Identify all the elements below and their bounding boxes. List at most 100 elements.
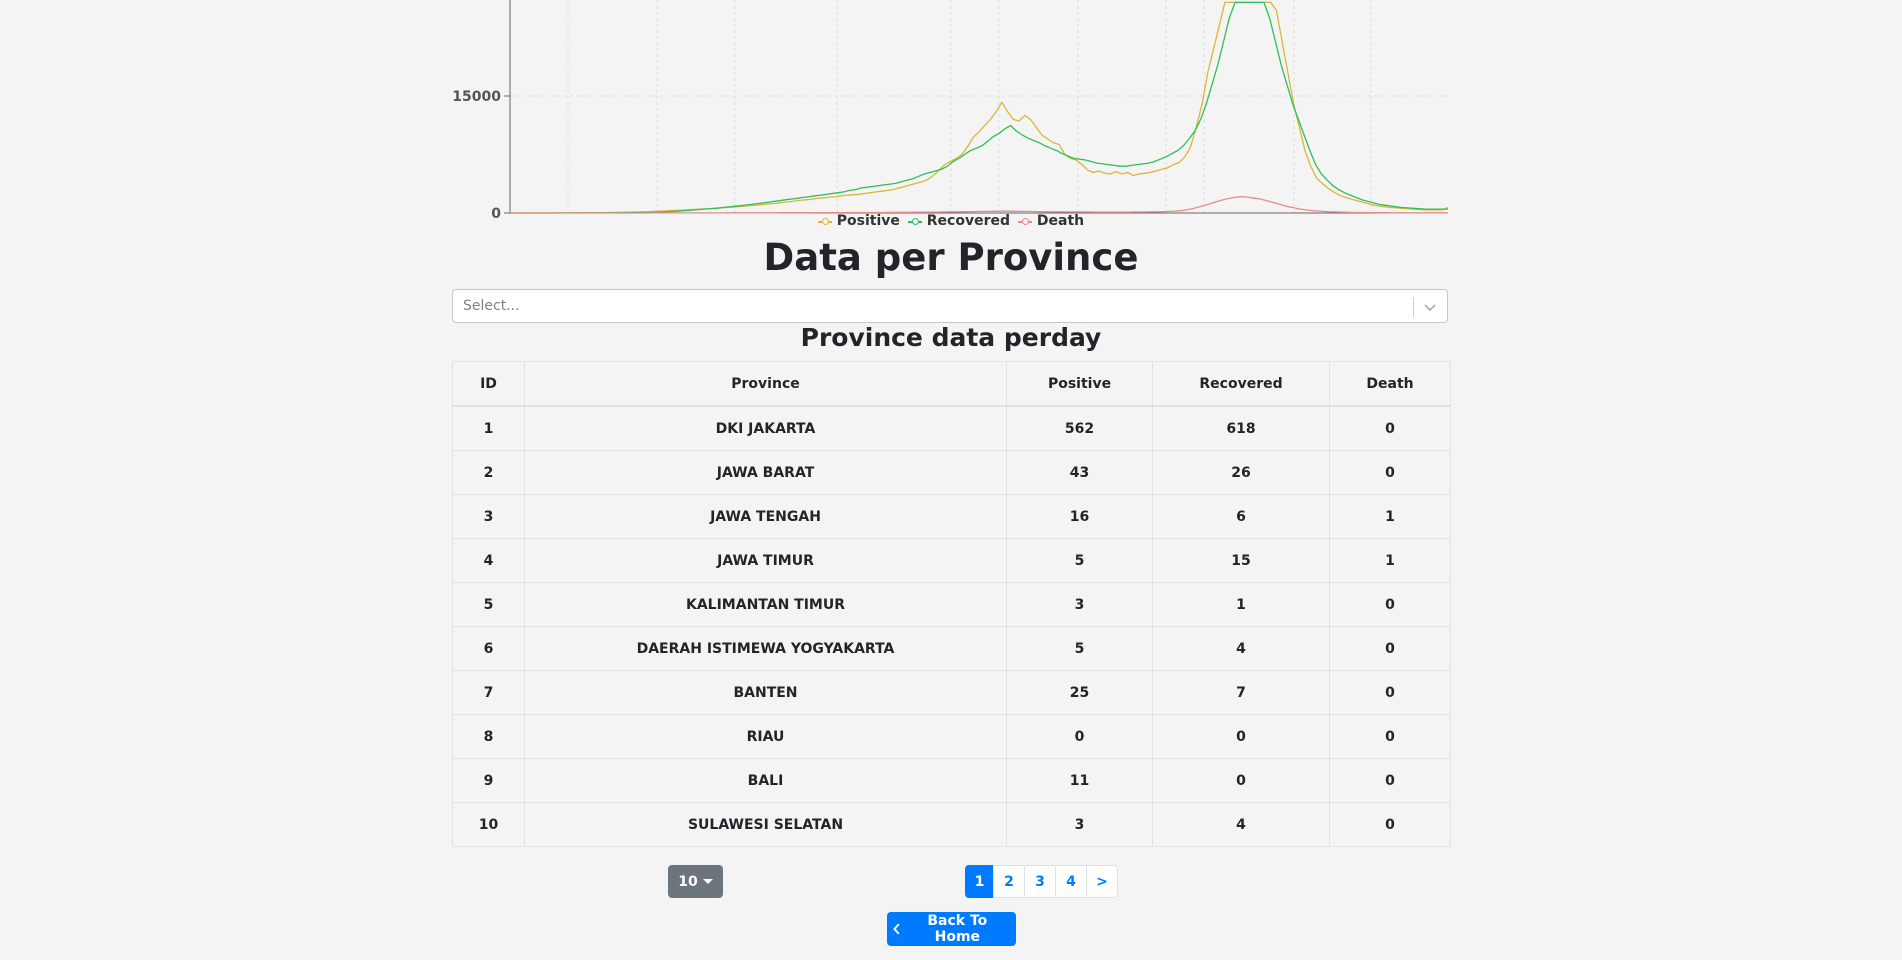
series-line-death [510,195,1448,214]
header-province[interactable]: Province [524,361,1007,407]
cell-death: 0 [1329,582,1451,627]
province-select[interactable]: Select... [452,289,1448,323]
province-table: ID Province Positive Recovered Death 1 DK… [452,361,1451,847]
pagination: 1 2 3 4 > [965,865,1118,898]
cell-recovered: 1 [1152,582,1330,627]
cell-recovered: 618 [1152,405,1330,451]
legend-item-recovered[interactable]: Recovered [907,213,1010,229]
back-to-home-button[interactable]: Back To Home [887,912,1016,946]
cell-death: 1 [1329,538,1451,583]
back-button-label: Back To Home [927,913,988,945]
table-title: Province data perday [800,323,1102,352]
legend-label: Death [1032,213,1085,229]
cell-death: 0 [1329,450,1451,495]
cell-death: 0 [1329,758,1451,803]
cell-id: 5 [452,582,525,627]
cell-id: 1 [452,405,525,451]
page-button-1[interactable]: 1 [965,865,994,898]
cell-province: JAWA BARAT [524,450,1007,495]
cell-death: 0 [1329,405,1451,451]
select-placeholder: Select... [463,298,520,314]
cell-positive: 5 [1006,538,1153,583]
cell-positive: 3 [1006,582,1153,627]
legend-swatch-icon [1018,217,1032,225]
cell-province: BALI [524,758,1007,803]
table-row: 9 BALI 11 0 0 [452,758,1451,803]
chart-legend[interactable]: Positive Recovered Death [452,213,1450,229]
cell-province: DKI JAKARTA [524,405,1007,451]
table-row: 10 SULAWESI SELATAN 3 4 0 [452,802,1451,847]
cell-province: SULAWESI SELATAN [524,802,1007,847]
cases-line-chart: 0 15000 Positive Recovered Death [452,0,1450,240]
cell-positive: 0 [1006,714,1153,759]
cell-recovered: 4 [1152,626,1330,671]
cell-positive: 562 [1006,405,1153,451]
cell-id: 10 [452,802,525,847]
cell-province: RIAU [524,714,1007,759]
page-button-2[interactable]: 2 [993,865,1025,898]
legend-label: Positive [831,213,900,229]
cell-death: 0 [1329,626,1451,671]
cell-id: 7 [452,670,525,715]
cell-id: 9 [452,758,525,803]
table-row: 2 JAWA BARAT 43 26 0 [452,450,1451,495]
legend-item-positive[interactable]: Positive [817,213,900,229]
series-line-positive [510,1,1448,214]
caret-down-icon [702,879,713,884]
cell-recovered: 7 [1152,670,1330,715]
chart-svg: 015000 [452,0,1448,222]
table-row: 6 DAERAH ISTIMEWA YOGYAKARTA 5 4 0 [452,626,1451,671]
cell-recovered: 6 [1152,494,1330,539]
y-tick-label: 15000 [452,89,501,105]
page-size-dropdown[interactable]: 10 [668,865,723,898]
table-row: 8 RIAU 0 0 0 [452,714,1451,759]
legend-swatch-icon [817,217,832,225]
cell-id: 8 [452,714,525,759]
legend-label: Recovered [921,213,1010,229]
cell-positive: 43 [1006,450,1153,495]
cell-recovered: 0 [1152,714,1330,759]
header-death[interactable]: Death [1329,361,1451,407]
chevron-left-icon [893,923,900,935]
cell-id: 2 [452,450,525,495]
cell-recovered: 4 [1152,802,1330,847]
cell-positive: 11 [1006,758,1153,803]
cell-province: KALIMANTAN TIMUR [524,582,1007,627]
cell-id: 4 [452,538,525,583]
cell-recovered: 15 [1152,538,1330,583]
cell-death: 0 [1329,802,1451,847]
table-row: 1 DKI JAKARTA 562 618 0 [452,405,1451,451]
cell-death: 1 [1329,494,1451,539]
legend-item-death[interactable]: Death [1018,213,1084,229]
cell-recovered: 0 [1152,758,1330,803]
legend-swatch-icon [907,217,922,225]
table-row: 7 BANTEN 25 7 0 [452,670,1451,715]
cell-id: 3 [452,494,525,539]
cell-province: JAWA TENGAH [524,494,1007,539]
page-button-4[interactable]: 4 [1055,865,1087,898]
series-line-recovered [510,1,1448,214]
table-row: 3 JAWA TENGAH 16 6 1 [452,494,1451,539]
cell-province: BANTEN [524,670,1007,715]
header-id[interactable]: ID [452,361,525,407]
page-size-label: 10 [678,873,698,890]
select-separator [1413,297,1414,317]
next-page-button[interactable]: > [1086,865,1118,898]
cell-positive: 5 [1006,626,1153,671]
section-title: Data per Province [763,236,1139,279]
cell-province: JAWA TIMUR [524,538,1007,583]
cell-positive: 16 [1006,494,1153,539]
cell-positive: 25 [1006,670,1153,715]
cell-province: DAERAH ISTIMEWA YOGYAKARTA [524,626,1007,671]
chevron-down-icon[interactable] [1422,299,1438,315]
table-row: 5 KALIMANTAN TIMUR 3 1 0 [452,582,1451,627]
cell-death: 0 [1329,714,1451,759]
table-header-row: ID Province Positive Recovered Death [452,361,1451,407]
cell-id: 6 [452,626,525,671]
header-positive[interactable]: Positive [1006,361,1153,407]
table-row: 4 JAWA TIMUR 5 15 1 [452,538,1451,583]
page-button-3[interactable]: 3 [1024,865,1056,898]
cell-death: 0 [1329,670,1451,715]
header-recovered[interactable]: Recovered [1152,361,1330,407]
cell-recovered: 26 [1152,450,1330,495]
